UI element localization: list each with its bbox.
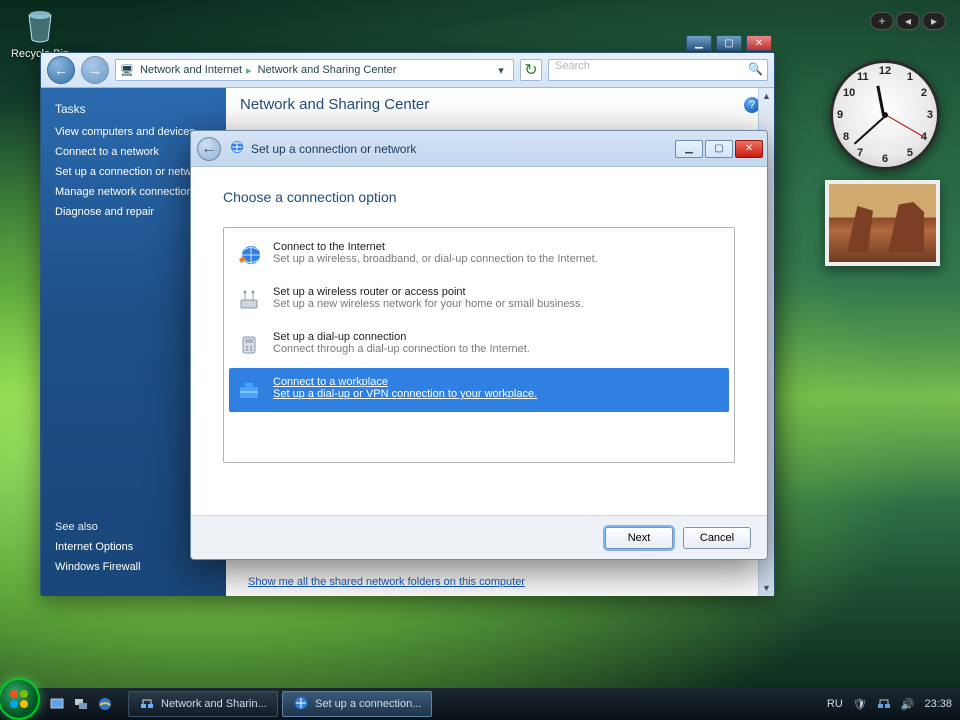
router-icon bbox=[235, 286, 263, 314]
tray-clock[interactable]: 23:38 bbox=[924, 698, 952, 710]
option-title: Set up a dial-up connection bbox=[273, 331, 530, 343]
taskbar-item-nsc[interactable]: Network and Sharin... bbox=[128, 691, 278, 717]
breadcrumb-item[interactable]: Network and Internet▸ bbox=[140, 64, 252, 77]
next-button[interactable]: Next bbox=[605, 527, 673, 549]
option-wireless-router[interactable]: Set up a wireless router or access point… bbox=[229, 278, 729, 322]
recycle-bin-icon bbox=[20, 6, 60, 46]
wizard-icon bbox=[293, 695, 309, 714]
wizard-subtitle: Choose a connection option bbox=[223, 189, 735, 205]
search-placeholder-text: Search bbox=[555, 60, 590, 72]
wizard-back-button[interactable]: ← bbox=[197, 137, 221, 161]
clock-minute-hand bbox=[854, 115, 887, 145]
next-gadget-button[interactable]: ▸ bbox=[922, 12, 946, 30]
option-title: Connect to a workplace bbox=[273, 376, 537, 388]
option-dialup[interactable]: Set up a dial-up connection Connect thro… bbox=[229, 323, 729, 367]
page-title: Network and Sharing Center bbox=[240, 96, 429, 113]
tasks-header: Tasks bbox=[55, 102, 214, 116]
cancel-button[interactable]: Cancel bbox=[683, 527, 751, 549]
wizard-icon bbox=[229, 139, 245, 158]
clock-second-hand bbox=[885, 114, 924, 137]
connection-option-list: Connect to the Internet Set up a wireles… bbox=[223, 227, 735, 463]
switch-windows-icon[interactable] bbox=[72, 695, 90, 713]
breadcrumb[interactable]: 🖥 Network and Internet▸ Network and Shar… bbox=[115, 59, 514, 81]
nav-back-button[interactable]: ← bbox=[47, 56, 75, 84]
taskbar-item-wizard[interactable]: Set up a connection... bbox=[282, 691, 432, 717]
shared-folders-link[interactable]: Show me all the shared network folders o… bbox=[248, 576, 525, 588]
option-desc: Set up a new wireless network for your h… bbox=[273, 298, 584, 310]
wizard-maximize-button[interactable]: ▢ bbox=[705, 140, 733, 158]
minimize-button[interactable]: ▁ bbox=[686, 35, 712, 51]
wizard-title: Set up a connection or network bbox=[251, 142, 416, 156]
tray-volume-icon[interactable]: 🔊 bbox=[901, 698, 915, 711]
option-title: Set up a wireless router or access point bbox=[273, 286, 584, 298]
system-tray: RU 🛡 🔊 23:38 bbox=[827, 696, 960, 713]
search-icon: 🔍 bbox=[748, 62, 763, 76]
breadcrumb-root-icon: 🖥 bbox=[120, 64, 134, 77]
wizard-minimize-button[interactable]: ▁ bbox=[675, 140, 703, 158]
see-also-link[interactable]: Windows Firewall bbox=[55, 561, 141, 573]
language-indicator[interactable]: RU bbox=[827, 698, 843, 710]
scroll-down-icon[interactable]: ▼ bbox=[759, 580, 774, 596]
maximize-button[interactable]: ▢ bbox=[716, 35, 742, 51]
start-button[interactable] bbox=[0, 678, 40, 720]
option-desc: Set up a dial-up or VPN connection to yo… bbox=[273, 388, 537, 400]
add-gadget-button[interactable]: + bbox=[870, 12, 894, 30]
globe-icon bbox=[235, 241, 263, 269]
see-also-header: See also bbox=[55, 521, 141, 533]
briefcase-icon bbox=[235, 376, 263, 404]
network-icon bbox=[139, 695, 155, 714]
taskbar: Network and Sharin... Set up a connectio… bbox=[0, 688, 960, 720]
prev-gadget-button[interactable]: ◂ bbox=[896, 12, 920, 30]
breadcrumb-item[interactable]: Network and Sharing Center bbox=[258, 64, 397, 76]
taskbar-item-label: Set up a connection... bbox=[315, 698, 421, 710]
clock-gadget[interactable]: 12 3 6 9 1 2 4 5 7 8 10 11 bbox=[830, 60, 940, 170]
search-input[interactable]: Search 🔍 bbox=[548, 59, 768, 81]
option-desc: Connect through a dial-up connection to … bbox=[273, 343, 530, 355]
phone-icon bbox=[235, 331, 263, 359]
show-desktop-icon[interactable] bbox=[48, 695, 66, 713]
close-button[interactable]: ✕ bbox=[746, 35, 772, 51]
option-title: Connect to the Internet bbox=[273, 241, 598, 253]
connection-wizard-window: ← Set up a connection or network ▁ ▢ ✕ C… bbox=[190, 130, 768, 560]
sidebar-gadget-controls: + ◂ ▸ bbox=[870, 12, 946, 30]
breadcrumb-dropdown[interactable]: ▾ bbox=[493, 64, 509, 77]
nav-forward-button[interactable]: → bbox=[81, 56, 109, 84]
explorer-toolbar: ← → 🖥 Network and Internet▸ Network and … bbox=[41, 53, 774, 88]
slideshow-gadget[interactable] bbox=[825, 180, 940, 266]
refresh-button[interactable]: ↻ bbox=[520, 59, 542, 81]
wizard-close-button[interactable]: ✕ bbox=[735, 140, 763, 158]
ie-icon[interactable] bbox=[96, 695, 114, 713]
tray-security-icon[interactable]: 🛡 bbox=[853, 698, 867, 711]
see-also-link[interactable]: Internet Options bbox=[55, 541, 141, 553]
tray-network-icon[interactable] bbox=[877, 696, 891, 713]
option-workplace[interactable]: Connect to a workplace Set up a dial-up … bbox=[229, 368, 729, 412]
scroll-up-icon[interactable]: ▲ bbox=[759, 88, 774, 104]
option-desc: Set up a wireless, broadband, or dial-up… bbox=[273, 253, 598, 265]
taskbar-item-label: Network and Sharin... bbox=[161, 698, 267, 710]
option-connect-internet[interactable]: Connect to the Internet Set up a wireles… bbox=[229, 233, 729, 277]
